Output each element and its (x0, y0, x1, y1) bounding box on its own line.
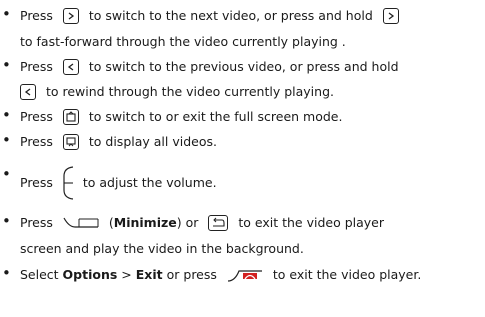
list-item: • Select Options > Exit or press to exit… (2, 264, 422, 284)
text: Press (20, 108, 53, 124)
text: Select (20, 266, 59, 282)
list-item: • Press (Minimize) or to exit the video … (2, 212, 384, 232)
text: > (121, 266, 132, 282)
bullet-dot: • (2, 5, 11, 23)
next-video-key-icon (382, 7, 399, 24)
bullet-dot: • (2, 212, 11, 230)
text: to switch to or exit the full screen mod… (88, 108, 343, 124)
text: to switch to the previous video, or pres… (88, 58, 399, 74)
text: to exit the video player. (272, 266, 422, 282)
previous-video-key-icon (62, 58, 79, 75)
text: Press (20, 133, 53, 149)
text: Press (20, 58, 53, 74)
bullet-dot: • (2, 165, 11, 183)
text: to rewind through the video currently pl… (45, 83, 334, 99)
text: Press (20, 7, 53, 23)
text: Press (20, 214, 53, 230)
text: or press (166, 266, 217, 282)
list-item: • Press to adjust the volume. (2, 165, 217, 200)
options-label: Options (62, 266, 118, 282)
list-item-continuation: screen and play the video in the backgro… (20, 239, 304, 258)
text: to fast-forward through the video curren… (20, 33, 346, 49)
list-item: • Press to display all videos. (2, 131, 217, 151)
previous-video-key-icon (20, 83, 36, 100)
text: to display all videos. (88, 133, 217, 149)
minimize-label: Minimize (113, 214, 177, 230)
bullet-dot: • (2, 264, 11, 282)
list-item-continuation: to fast-forward through the video curren… (20, 32, 346, 51)
bullet-dot: • (2, 106, 11, 124)
exit-label: Exit (135, 266, 163, 282)
list-item: • Press to switch to the next video, or … (2, 5, 405, 25)
next-video-key-icon (62, 7, 79, 24)
bullet-dot: • (2, 56, 11, 74)
text: to exit the video player (238, 214, 384, 230)
text: Press (20, 175, 53, 190)
bullet-dot: • (2, 131, 11, 149)
end-key-icon (227, 267, 263, 283)
fullscreen-key-icon (62, 108, 79, 125)
volume-key-icon (61, 166, 75, 200)
left-softkey-icon (63, 216, 99, 230)
all-videos-key-icon (62, 133, 79, 150)
text: ) or (176, 214, 199, 230)
text: to switch to the next video, or press an… (88, 7, 373, 23)
text: screen and play the video in the backgro… (20, 240, 304, 256)
text: to adjust the volume. (82, 175, 217, 190)
list-item: • Press to switch to the previous video,… (2, 56, 399, 76)
list-item: • Press to switch to or exit the full sc… (2, 106, 343, 126)
back-key-icon (208, 214, 229, 231)
list-item-continuation: to rewind through the video currently pl… (20, 82, 334, 101)
